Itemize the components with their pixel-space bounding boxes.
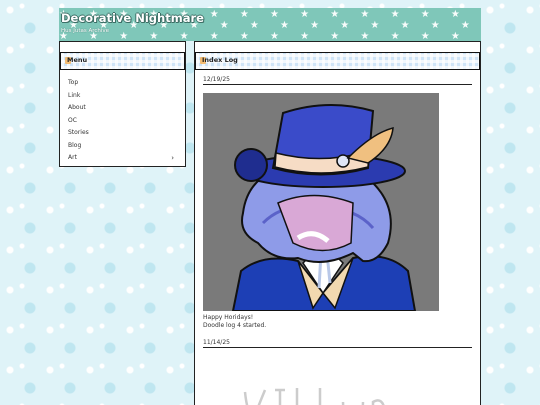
chevron-right-icon[interactable]: › <box>171 152 174 165</box>
menu-item-oc[interactable]: OC <box>68 115 176 128</box>
entry-divider <box>203 84 472 85</box>
menu-item-blog[interactable]: Blog <box>68 140 176 153</box>
main-heading: Index Log <box>202 56 238 64</box>
main-panel: Index Log 12/19/25 Happy Horidays! Doodl… <box>194 41 481 405</box>
menu-item-link[interactable]: Link <box>68 90 176 103</box>
menu-item-label: Stories <box>68 129 89 136</box>
menu-item-about[interactable]: About <box>68 102 176 115</box>
menu-item-label: Art <box>68 154 77 161</box>
menu-list: Top Link About OC Stories Blog Art › <box>60 70 185 165</box>
menu-item-label: OC <box>68 116 77 124</box>
site-title[interactable]: Decorative Nightmare <box>61 11 204 25</box>
sketch-artwork <box>243 388 385 405</box>
entry-text-line: Happy Horidays! <box>203 314 254 321</box>
artwork-image[interactable] <box>203 93 439 311</box>
menu-item-stories[interactable]: Stories <box>68 127 176 140</box>
menu-item-label: Top <box>68 79 79 86</box>
menu-item-label: Blog <box>68 141 82 149</box>
site-header: ★ ★ ★ ★ ★ ★ ★ ★ ★ ★ ★ ★ ★ ★ ★ ★ ★ ★ ★ ★ … <box>59 8 481 41</box>
menu-item-label: Link <box>68 91 81 99</box>
character-illustration <box>231 104 417 311</box>
entry-text-line: Doodle log 4 started. <box>203 322 267 329</box>
menu-item-top[interactable]: Top <box>68 77 176 90</box>
menu-item-art[interactable]: Art › <box>68 152 176 165</box>
entry-divider <box>203 347 472 348</box>
entry-date: 12/19/25 <box>203 76 230 83</box>
menu-bar: Menu <box>60 52 185 70</box>
entry-date: 11/14/25 <box>203 339 230 346</box>
menu-panel: Menu Top Link About OC Stories Blog Art … <box>59 41 186 167</box>
site-subtitle: Hus Jutas Archive <box>61 28 110 34</box>
menu-item-label: About <box>68 104 86 111</box>
menu-heading: Menu <box>67 56 88 64</box>
main-bar: Index Log <box>195 52 480 70</box>
